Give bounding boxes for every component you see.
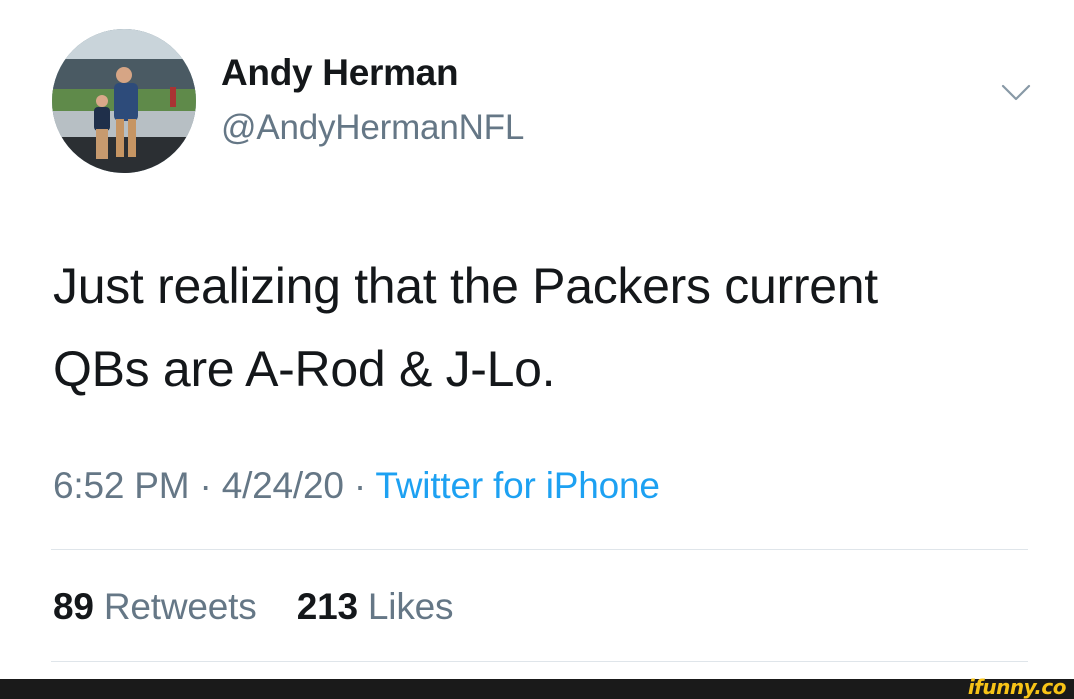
- likes-label: Likes: [367, 586, 454, 627]
- likes-count: 213: [296, 586, 358, 627]
- tweet-card: Andy Herman @AndyHermanNFL Just realizin…: [0, 0, 1074, 699]
- tweet-text: Just realizing that the Packers current …: [53, 245, 1043, 411]
- avatar-photo: [52, 29, 196, 173]
- retweets-label: Retweets: [103, 586, 257, 627]
- chevron-down-icon[interactable]: [1001, 84, 1031, 102]
- divider: [51, 549, 1028, 550]
- author-handle[interactable]: @AndyHermanNFL: [221, 108, 524, 148]
- tweet-source-link[interactable]: Twitter for iPhone: [375, 465, 660, 506]
- meta-separator: ·: [353, 465, 366, 506]
- likes-stat[interactable]: 213 Likes: [297, 586, 454, 627]
- avatar[interactable]: [52, 29, 196, 173]
- tweet-date[interactable]: 4/24/20: [222, 465, 344, 506]
- meta-separator: ·: [199, 465, 212, 506]
- retweets-count: 89: [53, 586, 94, 627]
- ifunny-watermark: ifunny.co: [967, 675, 1067, 699]
- author-display-name[interactable]: Andy Herman: [221, 52, 459, 94]
- tweet-meta: 6:52 PM · 4/24/20 · Twitter for iPhone: [53, 465, 660, 507]
- retweets-stat[interactable]: 89 Retweets: [53, 586, 267, 627]
- tweet-text-line: Just realizing that the Packers current: [53, 258, 878, 314]
- divider: [51, 661, 1028, 662]
- tweet-stats: 89 Retweets 213 Likes: [53, 586, 454, 628]
- tweet-text-line: QBs are A-Rod & J-Lo.: [53, 341, 556, 397]
- watermark-bar: ifunny.co: [0, 675, 1074, 699]
- tweet-time[interactable]: 6:52 PM: [53, 465, 190, 506]
